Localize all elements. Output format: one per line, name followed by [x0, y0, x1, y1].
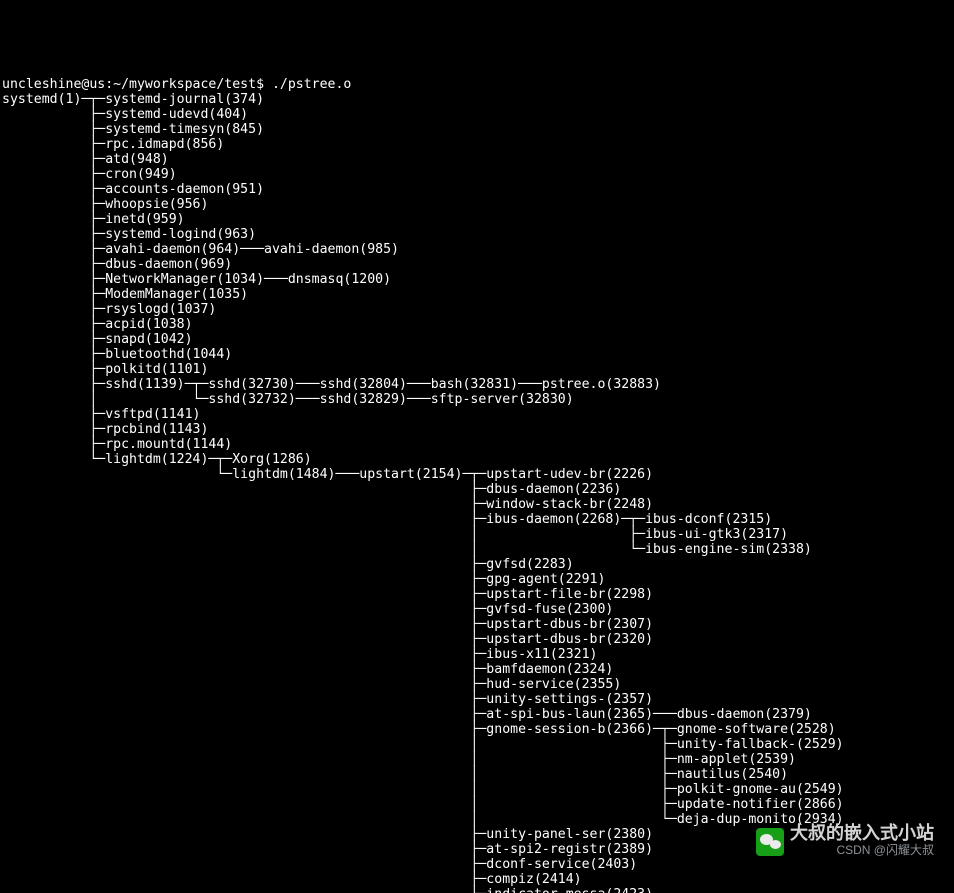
watermark-subtitle: CSDN @闪耀大叔	[836, 843, 934, 858]
watermark-title: 大叔的嵌入式小站	[790, 826, 934, 841]
wechat-icon	[756, 828, 784, 856]
terminal-output: uncleshine@us:~/myworkspace/test$ ./pstr…	[0, 75, 954, 893]
watermark: 大叔的嵌入式小站 CSDN @闪耀大叔	[756, 826, 934, 858]
